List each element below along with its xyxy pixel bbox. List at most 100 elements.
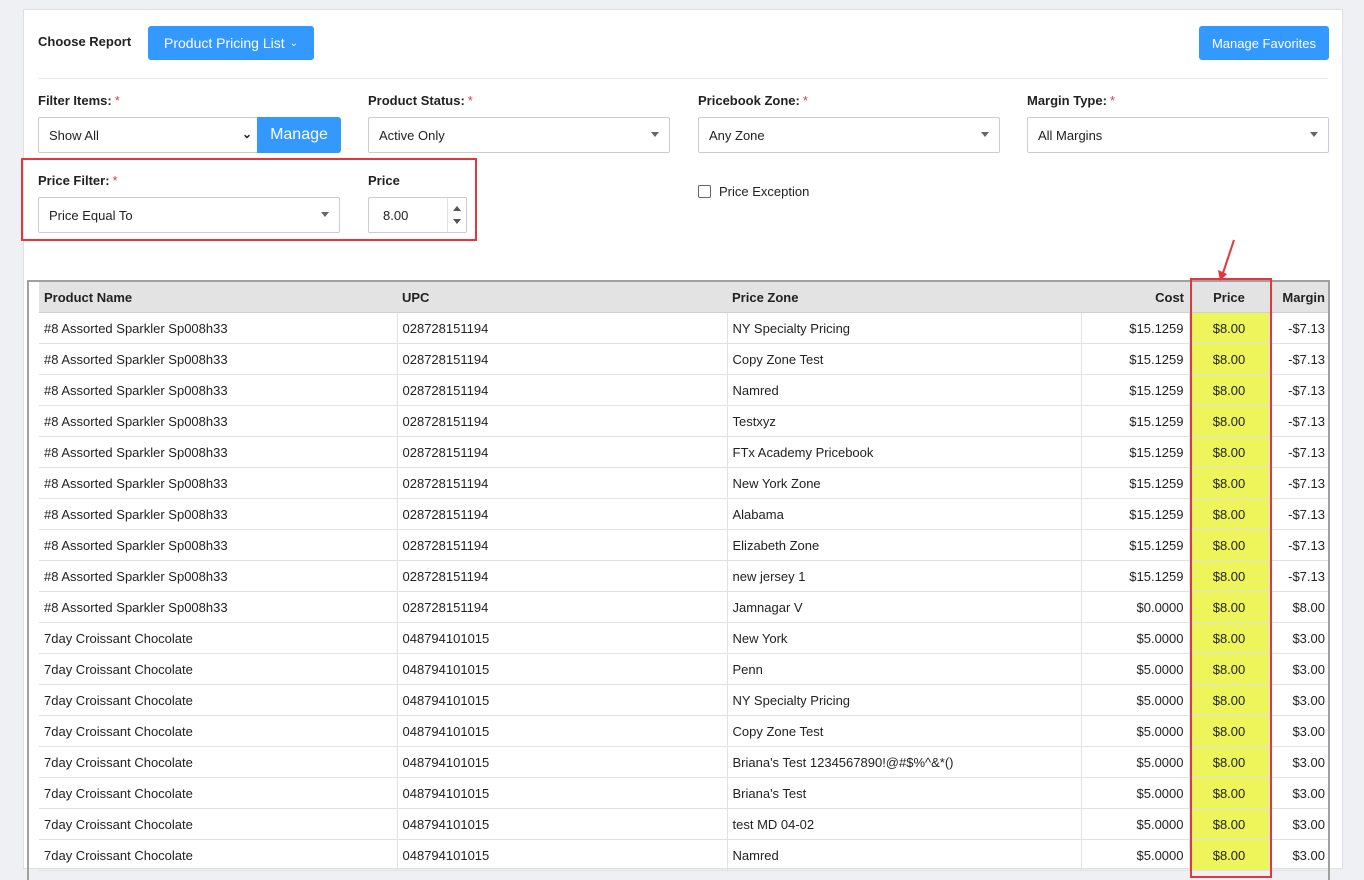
table-row[interactable]: 7day Croissant Chocolate 048794101015 Namr… xyxy=(39,839,1328,871)
table-cell: 7day Croissant Chocolate xyxy=(39,839,398,871)
table-cell: -$7.13 xyxy=(1269,343,1328,375)
filter-items-select[interactable]: Show All ⌄ xyxy=(38,117,259,153)
table-row[interactable]: #8 Assorted Sparkler Sp008h33 02872815119… xyxy=(39,560,1328,592)
table-cell: $8.00 xyxy=(1189,560,1270,592)
table-cell: 028728151194 xyxy=(397,343,728,375)
table-cell: $3.00 xyxy=(1269,653,1328,685)
price-input[interactable]: 8.00 xyxy=(368,197,467,233)
table-cell: $3.00 xyxy=(1269,684,1328,716)
table-cell: $5.0000 xyxy=(1081,746,1190,778)
table-cell: $5.0000 xyxy=(1081,808,1190,840)
table-cell: $8.00 xyxy=(1189,467,1270,499)
table-cell: 048794101015 xyxy=(397,746,728,778)
column-header[interactable]: Margin xyxy=(1269,282,1328,313)
pricebook-zone-select[interactable]: Any Zone xyxy=(698,117,1000,153)
table-cell: $5.0000 xyxy=(1081,715,1190,747)
manage-button[interactable]: Manage xyxy=(257,117,341,153)
margin-type-label: Margin Type: * xyxy=(1027,93,1115,108)
chevron-down-icon: ⌄ xyxy=(289,37,298,49)
table-cell: #8 Assorted Sparkler Sp008h33 xyxy=(39,436,398,468)
product-status-select[interactable]: Active Only xyxy=(368,117,670,153)
table-cell: Alabama xyxy=(727,498,1082,530)
table-cell: 028728151194 xyxy=(397,591,728,623)
table-row[interactable]: #8 Assorted Sparkler Sp008h33 02872815119… xyxy=(39,343,1328,375)
table-cell: NY Specialty Pricing xyxy=(727,312,1082,344)
table-cell: Penn xyxy=(727,653,1082,685)
table-cell: 048794101015 xyxy=(397,684,728,716)
table-row[interactable]: #8 Assorted Sparkler Sp008h33 02872815119… xyxy=(39,405,1328,437)
price-exception-checkbox[interactable] xyxy=(698,185,711,198)
table-cell: Namred xyxy=(727,374,1082,406)
manage-favorites-button[interactable]: Manage Favorites xyxy=(1199,26,1329,60)
table-row[interactable]: 7day Croissant Chocolate 048794101015 Bria… xyxy=(39,777,1328,809)
table-row[interactable]: #8 Assorted Sparkler Sp008h33 02872815119… xyxy=(39,529,1328,561)
table-cell: $8.00 xyxy=(1189,746,1270,778)
table-cell: $3.00 xyxy=(1269,715,1328,747)
report-dropdown-button[interactable]: Product Pricing List ⌄ xyxy=(148,26,314,60)
table-cell: 7day Croissant Chocolate xyxy=(39,746,398,778)
table-cell: 048794101015 xyxy=(397,653,728,685)
table-header-row: Product Name UPC Price Zone Cost Price M… xyxy=(39,282,1328,313)
table-row[interactable]: 7day Croissant Chocolate 048794101015 Bria… xyxy=(39,746,1328,778)
table-cell: Namred xyxy=(727,839,1082,871)
table-cell: 7day Croissant Chocolate xyxy=(39,715,398,747)
table-cell: Briana's Test 1234567890!@#$%^&*() xyxy=(727,746,1082,778)
table-cell: $5.0000 xyxy=(1081,653,1190,685)
table-cell: $8.00 xyxy=(1189,653,1270,685)
table-cell: -$7.13 xyxy=(1269,405,1328,437)
table-cell: $8.00 xyxy=(1189,312,1270,344)
table-cell: $15.1259 xyxy=(1081,343,1190,375)
table-row[interactable]: #8 Assorted Sparkler Sp008h33 02872815119… xyxy=(39,591,1328,623)
price-stepper[interactable] xyxy=(447,198,466,232)
column-header[interactable]: UPC xyxy=(397,282,727,313)
table-row[interactable]: 7day Croissant Chocolate 048794101015 Copy… xyxy=(39,715,1328,747)
column-header[interactable]: Product Name xyxy=(39,282,397,313)
table-row[interactable]: #8 Assorted Sparkler Sp008h33 02872815119… xyxy=(39,374,1328,406)
caret-down-icon xyxy=(651,132,659,137)
column-header[interactable]: Price Zone xyxy=(727,282,1081,313)
table-cell: $15.1259 xyxy=(1081,529,1190,561)
stepper-up-icon[interactable] xyxy=(453,206,461,211)
table-cell: 028728151194 xyxy=(397,436,728,468)
table-cell: New York xyxy=(727,622,1082,654)
table-cell: #8 Assorted Sparkler Sp008h33 xyxy=(39,498,398,530)
table-cell: $8.00 xyxy=(1189,374,1270,406)
table-cell: $8.00 xyxy=(1189,777,1270,809)
table-cell: $3.00 xyxy=(1269,777,1328,809)
pricing-table-container: Product Name UPC Price Zone Cost Price M… xyxy=(27,280,1330,880)
table-cell: 028728151194 xyxy=(397,560,728,592)
pricing-table: Product Name UPC Price Zone Cost Price M… xyxy=(39,282,1328,871)
table-cell: $8.00 xyxy=(1189,436,1270,468)
column-header[interactable]: Price xyxy=(1189,282,1269,313)
margin-type-select[interactable]: All Margins xyxy=(1027,117,1329,153)
table-cell: Testxyz xyxy=(727,405,1082,437)
table-cell: $5.0000 xyxy=(1081,684,1190,716)
table-row[interactable]: #8 Assorted Sparkler Sp008h33 02872815119… xyxy=(39,312,1328,344)
table-cell: $8.00 xyxy=(1269,591,1328,623)
table-cell: $3.00 xyxy=(1269,839,1328,871)
price-exception[interactable]: Price Exception xyxy=(698,184,809,199)
table-cell: 048794101015 xyxy=(397,839,728,871)
table-row[interactable]: #8 Assorted Sparkler Sp008h33 02872815119… xyxy=(39,467,1328,499)
table-row[interactable]: 7day Croissant Chocolate 048794101015 NY S… xyxy=(39,684,1328,716)
stepper-down-icon[interactable] xyxy=(453,219,461,224)
table-cell: -$7.13 xyxy=(1269,560,1328,592)
table-cell: $0.0000 xyxy=(1081,591,1190,623)
table-row[interactable]: #8 Assorted Sparkler Sp008h33 02872815119… xyxy=(39,436,1328,468)
report-panel: Choose Report Product Pricing List ⌄ Man… xyxy=(21,9,1343,880)
table-row[interactable]: 7day Croissant Chocolate 048794101015 New … xyxy=(39,622,1328,654)
column-header[interactable]: Cost xyxy=(1081,282,1189,313)
table-row[interactable]: 7day Croissant Chocolate 048794101015 Penn… xyxy=(39,653,1328,685)
price-exception-label: Price Exception xyxy=(719,184,810,199)
table-cell: NY Specialty Pricing xyxy=(727,684,1082,716)
table-cell: $15.1259 xyxy=(1081,436,1190,468)
table-cell: 028728151194 xyxy=(397,498,728,530)
table-row[interactable]: 7day Croissant Chocolate 048794101015 test… xyxy=(39,808,1328,840)
price-filter-select[interactable]: Price Equal To xyxy=(38,197,340,233)
table-cell: 028728151194 xyxy=(397,467,728,499)
table-cell: $8.00 xyxy=(1189,591,1270,623)
table-row[interactable]: #8 Assorted Sparkler Sp008h33 02872815119… xyxy=(39,498,1328,530)
table-cell: Copy Zone Test xyxy=(727,715,1082,747)
report-dropdown-label: Product Pricing List xyxy=(164,35,285,51)
table-cell: -$7.13 xyxy=(1269,374,1328,406)
